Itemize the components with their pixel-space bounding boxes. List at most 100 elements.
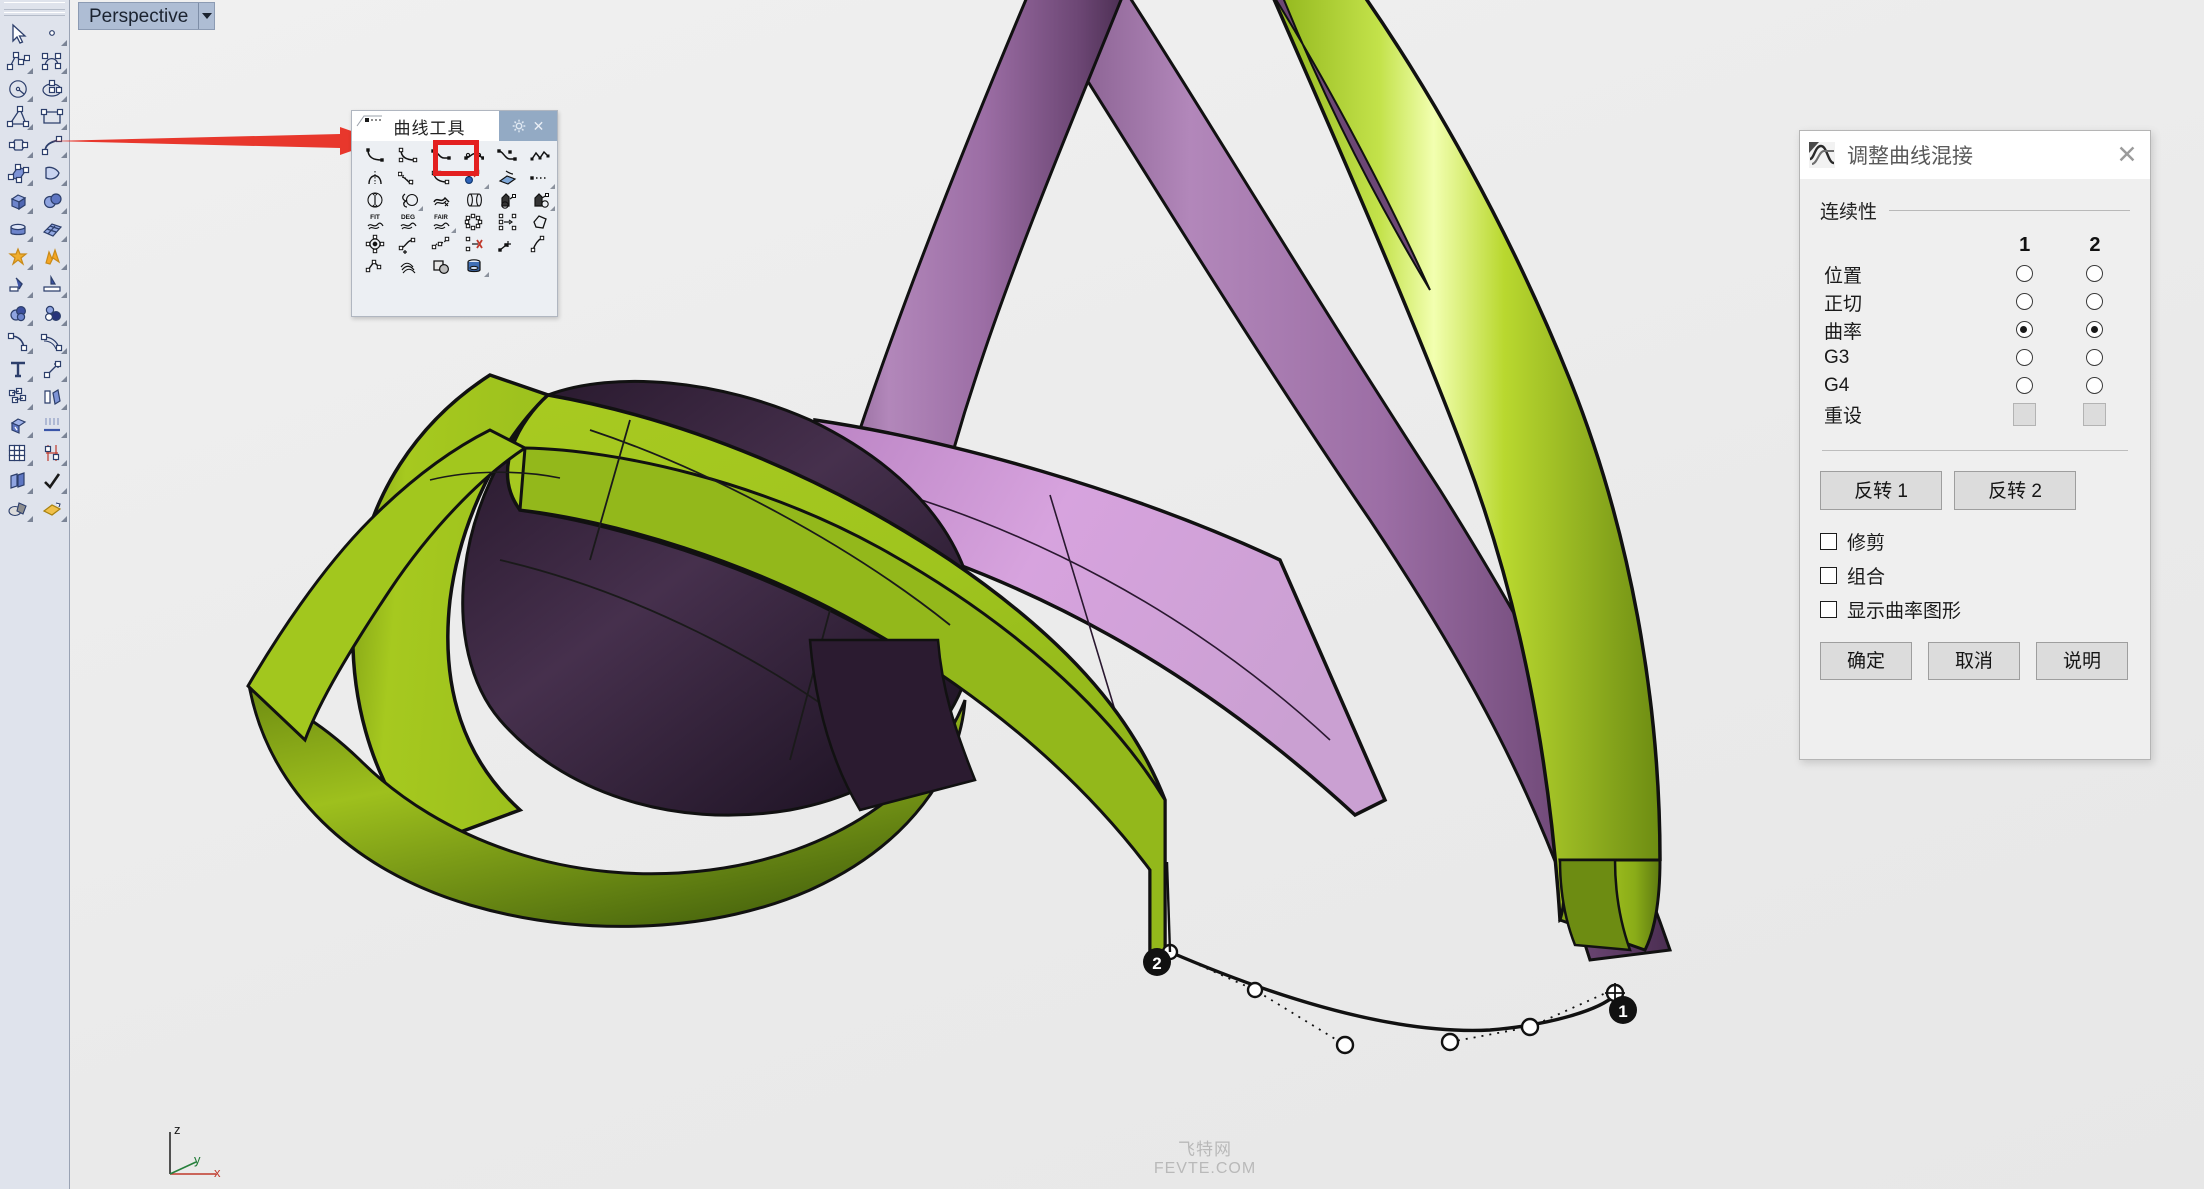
gear-icon[interactable] <box>512 119 526 133</box>
radio-G3-1[interactable] <box>2016 349 2034 367</box>
continuity-cell-2[interactable] <box>2060 260 2130 288</box>
flyout-triangle-icon[interactable] <box>61 68 67 74</box>
palette-button-12[interactable] <box>358 189 391 211</box>
continuity-cell-2[interactable] <box>2060 288 2130 316</box>
reset-cell-2[interactable] <box>2060 400 2130 428</box>
palette-button-26[interactable] <box>424 233 457 255</box>
help-button[interactable]: 说明 <box>2036 642 2128 680</box>
palette-button-8[interactable] <box>424 167 457 189</box>
sidebar-button-4[interactable] <box>1 75 35 103</box>
palette-button-18[interactable]: FIT <box>358 211 391 233</box>
sidebar-button-20[interactable] <box>1 299 35 327</box>
viewport-dropdown-arrow[interactable] <box>198 3 214 29</box>
sidebar-button-31[interactable] <box>35 439 69 467</box>
sidebar-button-15[interactable] <box>35 215 69 243</box>
sidebar-button-10[interactable] <box>1 159 35 187</box>
flyout-triangle-icon[interactable] <box>61 40 67 46</box>
flyout-triangle-icon[interactable] <box>27 96 33 102</box>
continuity-cell-2[interactable] <box>2060 316 2130 344</box>
reset-cell-1[interactable] <box>1990 400 2060 428</box>
flyout-triangle-icon[interactable] <box>27 68 33 74</box>
palette-button-10[interactable] <box>490 167 523 189</box>
palette-button-16[interactable] <box>490 189 523 211</box>
sidebar-button-1[interactable] <box>35 19 69 47</box>
palette-button-20[interactable]: FAIR <box>424 211 457 233</box>
flyout-triangle-icon[interactable] <box>27 432 33 438</box>
flyout-triangle-icon[interactable] <box>27 292 33 298</box>
radio-位置-1[interactable] <box>2016 265 2034 283</box>
flyout-triangle-icon[interactable] <box>27 516 33 522</box>
flyout-triangle-icon[interactable] <box>27 488 33 494</box>
palette-button-31[interactable] <box>391 255 424 277</box>
sidebar-button-33[interactable] <box>35 467 69 495</box>
palette-button-6[interactable] <box>358 167 391 189</box>
palette-button-13[interactable] <box>391 189 424 211</box>
flyout-triangle-icon[interactable] <box>61 320 67 326</box>
checkbox-2[interactable] <box>1820 600 1837 618</box>
flyout-triangle-icon[interactable] <box>27 376 33 382</box>
sidebar-button-14[interactable] <box>1 215 35 243</box>
palette-button-33[interactable] <box>457 255 490 277</box>
palette-button-29[interactable] <box>523 233 556 255</box>
flyout-triangle-icon[interactable] <box>61 292 67 298</box>
control-point[interactable] <box>1520 1017 1540 1037</box>
sidebar-button-18[interactable] <box>1 271 35 299</box>
sidebar-button-3[interactable] <box>35 47 69 75</box>
sidebar-button-13[interactable] <box>35 187 69 215</box>
continuity-cell-2[interactable] <box>2060 372 2130 400</box>
sidebar-button-8[interactable] <box>1 131 35 159</box>
radio-G3-2[interactable] <box>2086 349 2104 367</box>
continuity-cell-1[interactable] <box>1990 316 2060 344</box>
sidebar-button-26[interactable] <box>1 383 35 411</box>
sidebar-button-34[interactable] <box>1 495 35 523</box>
sidebar-button-28[interactable] <box>1 411 35 439</box>
radio-曲率-2[interactable] <box>2086 321 2104 339</box>
sidebar-button-2[interactable] <box>1 47 35 75</box>
sidebar-button-24[interactable] <box>1 355 35 383</box>
radio-曲率-1[interactable] <box>2016 321 2034 339</box>
palette-drag-handle[interactable] <box>356 115 382 127</box>
flyout-triangle-icon[interactable] <box>61 488 67 494</box>
flyout-triangle-icon[interactable] <box>27 180 33 186</box>
option-row[interactable]: 显示曲率图形 <box>1820 592 2130 626</box>
flyout-triangle-icon[interactable] <box>61 348 67 354</box>
continuity-cell-1[interactable] <box>1990 372 2060 400</box>
dialog-title-bar[interactable]: 调整曲线混接 ✕ <box>1800 131 2150 179</box>
radio-正切-1[interactable] <box>2016 293 2034 311</box>
sidebar-button-32[interactable] <box>1 467 35 495</box>
flyout-triangle-icon[interactable] <box>61 404 67 410</box>
main-toolbar[interactable] <box>0 0 70 1189</box>
flyout-triangle-icon[interactable] <box>27 264 33 270</box>
flip-2-button[interactable]: 反转 2 <box>1954 471 2076 510</box>
flyout-triangle-icon[interactable] <box>27 404 33 410</box>
control-point[interactable] <box>1335 1035 1355 1055</box>
sidebar-button-6[interactable] <box>1 103 35 131</box>
sidebar-button-22[interactable] <box>1 327 35 355</box>
flyout-triangle-icon[interactable] <box>61 236 67 242</box>
flyout-triangle-icon[interactable] <box>61 432 67 438</box>
palette-title-bar[interactable]: 曲线工具 ✕ <box>352 111 557 141</box>
palette-button-1[interactable] <box>391 145 424 167</box>
flyout-triangle-icon[interactable] <box>27 236 33 242</box>
reset-button-2[interactable] <box>2083 402 2107 426</box>
option-row[interactable]: 组合 <box>1820 558 2130 592</box>
continuity-cell-1[interactable] <box>1990 288 2060 316</box>
palette-button-4[interactable] <box>490 145 523 167</box>
checkbox-0[interactable] <box>1820 532 1837 550</box>
flyout-triangle-icon[interactable] <box>61 180 67 186</box>
sidebar-button-0[interactable] <box>1 19 35 47</box>
adjust-curve-blend-dialog[interactable]: 调整曲线混接 ✕ 连续性 1 2 位置 正切 曲率 G3 G4 重设 反转 1 … <box>1799 130 2151 760</box>
sidebar-button-29[interactable] <box>35 411 69 439</box>
ok-button[interactable]: 确定 <box>1820 642 1912 680</box>
palette-button-28[interactable] <box>490 233 523 255</box>
palette-button-17[interactable] <box>523 189 556 211</box>
palette-button-30[interactable] <box>358 255 391 277</box>
sidebar-button-5[interactable] <box>35 75 69 103</box>
flyout-triangle-icon[interactable] <box>61 376 67 382</box>
sidebar-button-17[interactable] <box>35 243 69 271</box>
palette-button-14[interactable] <box>424 189 457 211</box>
palette-button-7[interactable] <box>391 167 424 189</box>
reset-button-1[interactable] <box>2013 402 2037 426</box>
close-icon[interactable]: ✕ <box>533 119 545 133</box>
sidebar-button-21[interactable] <box>35 299 69 327</box>
